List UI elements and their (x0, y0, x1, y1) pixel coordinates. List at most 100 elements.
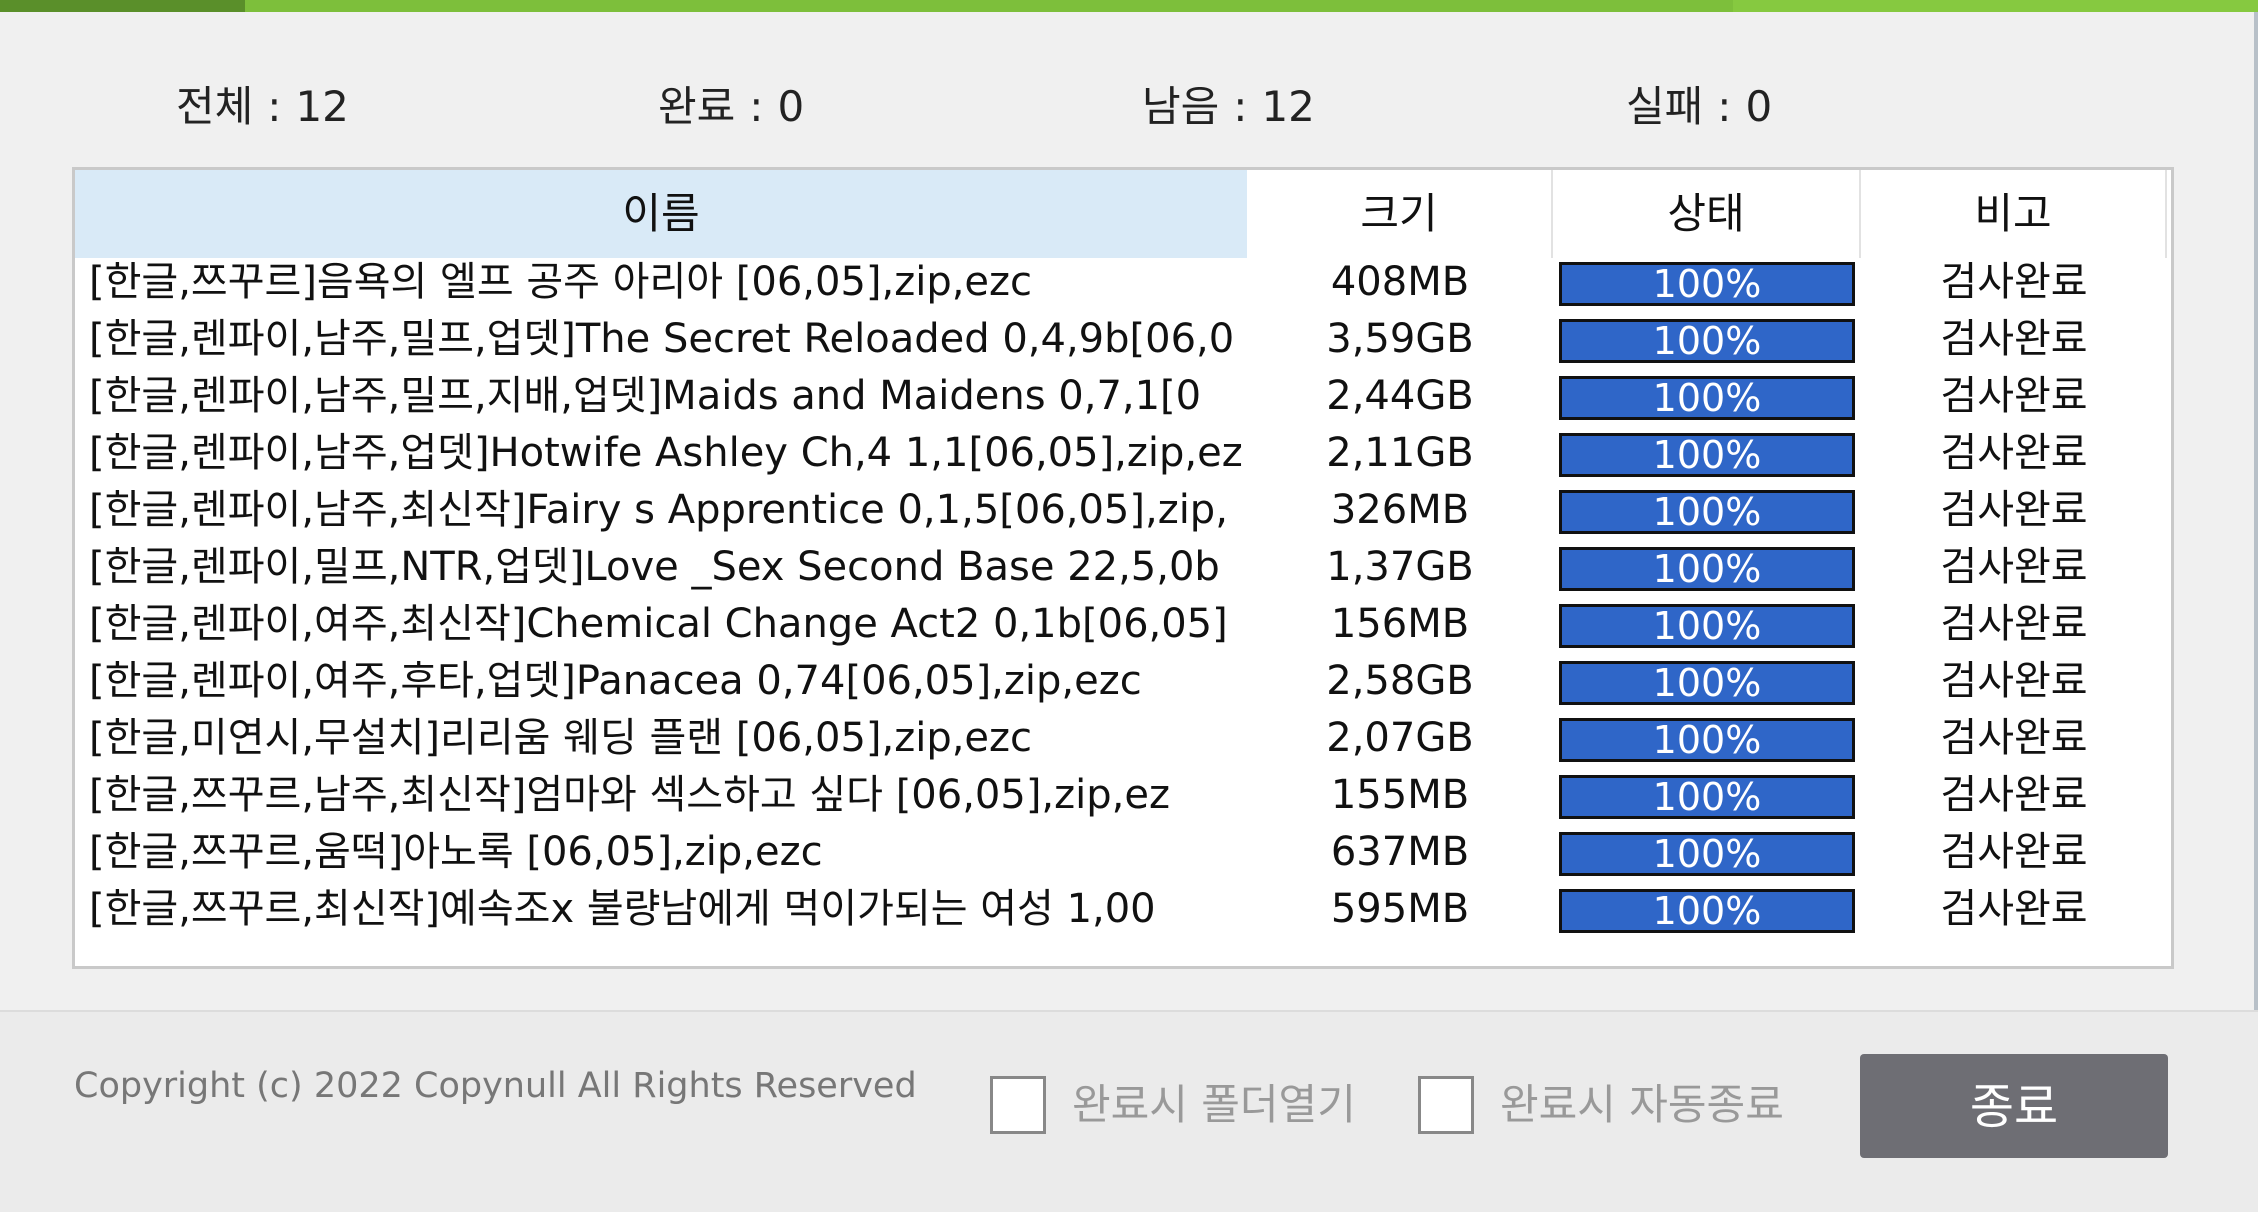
status-cell: 100% (1553, 767, 1861, 824)
note-cell: 검사완료 (1940, 715, 2088, 761)
progress-bar: 100% (1559, 718, 1855, 762)
note-cell: 검사완료 (1940, 544, 2088, 590)
stat-failed: 실패:0 (1626, 72, 1772, 142)
note-cell: 검사완료 (1940, 829, 2088, 875)
table-row[interactable]: [한글,렌파이,남주,최신작]Fairy s Apprentice 0,1,5[… (75, 482, 2171, 539)
progress-bar-text: 100% (1652, 775, 1762, 819)
top-accent-bar-segment-right (1733, 0, 2258, 12)
file-list[interactable]: 이름 크기 상태 비고 [한글,쯔꾸르]음욕의 엘프 공주 아리아 [06,05… (72, 167, 2174, 969)
stats-bar: 전체:12 완료:0 남음:12 실패:0 (0, 72, 2258, 142)
top-accent-bar-segment (0, 0, 245, 12)
stat-remaining-value: 12 (1261, 82, 1315, 131)
file-name-cell: [한글,미연시,무설치]리리움 웨딩 플랜 [06,05],zip,ezc (89, 715, 1033, 761)
progress-bar: 100% (1559, 547, 1855, 591)
file-size-cell: 1,37GB (1326, 544, 1474, 590)
progress-bar: 100% (1559, 604, 1855, 648)
table-row[interactable]: [한글,렌파이,밀프,NTR,업뎃]Love _Sex Second Base … (75, 539, 2171, 596)
stat-total-value: 12 (295, 82, 349, 131)
progress-bar: 100% (1559, 433, 1855, 477)
status-cell: 100% (1553, 482, 1861, 539)
table-row[interactable]: [한글,쯔꾸르,남주,최신작]엄마와 섹스하고 싶다 [06,05],zip,e… (75, 767, 2171, 824)
note-cell: 검사완료 (1940, 259, 2088, 305)
stat-remaining-label: 남음 (1142, 82, 1220, 131)
status-cell: 100% (1553, 653, 1861, 710)
file-name-cell: [한글,렌파이,남주,최신작]Fairy s Apprentice 0,1,5[… (89, 487, 1228, 533)
file-name-cell: [한글,쯔꾸르,최신작]예속조x 불량남에게 먹이가되는 여성 1,00 (89, 886, 1156, 932)
progress-bar-text: 100% (1652, 490, 1762, 534)
progress-bar-text: 100% (1652, 262, 1762, 306)
file-size-cell: 2,07GB (1326, 715, 1474, 761)
close-button[interactable]: 종료 (1860, 1054, 2168, 1158)
column-header-note[interactable]: 비고 (1861, 170, 2167, 258)
file-list-header: 이름 크기 상태 비고 (75, 170, 2171, 258)
file-size-cell: 155MB (1330, 772, 1470, 818)
file-name-cell: [한글,렌파이,남주,업뎃]Hotwife Ashley Ch,4 1,1[06… (89, 430, 1243, 476)
table-row[interactable]: [한글,렌파이,남주,밀프,지배,업뎃]Maids and Maidens 0,… (75, 368, 2171, 425)
table-row[interactable]: [한글,미연시,무설치]리리움 웨딩 플랜 [06,05],zip,ezc 2,0… (75, 710, 2171, 767)
stat-separator: : (749, 82, 764, 131)
status-cell: 100% (1553, 881, 1861, 938)
table-row[interactable]: [한글,렌파이,여주,최신작]Chemical Change Act2 0,1b… (75, 596, 2171, 653)
auto-close-checkbox[interactable] (1418, 1076, 1474, 1134)
status-cell: 100% (1553, 254, 1861, 311)
status-cell: 100% (1553, 824, 1861, 881)
note-cell: 검사완료 (1940, 373, 2088, 419)
file-size-cell: 3,59GB (1326, 316, 1474, 362)
status-cell: 100% (1553, 710, 1861, 767)
note-cell: 검사완료 (1940, 316, 2088, 362)
progress-bar-text: 100% (1652, 547, 1762, 591)
file-size-cell: 408MB (1330, 259, 1470, 305)
file-name-cell: [한글,렌파이,여주,후타,업뎃]Panacea 0,74[06,05],zip… (89, 658, 1142, 704)
table-row[interactable]: [한글,렌파이,남주,업뎃]Hotwife Ashley Ch,4 1,1[06… (75, 425, 2171, 482)
progress-bar: 100% (1559, 832, 1855, 876)
column-header-name[interactable]: 이름 (75, 170, 1247, 258)
table-row[interactable]: [한글,렌파이,남주,밀프,업뎃]The Secret Reloaded 0,4… (75, 311, 2171, 368)
note-cell: 검사완료 (1940, 430, 2088, 476)
file-name-cell: [한글,렌파이,여주,최신작]Chemical Change Act2 0,1b… (89, 601, 1228, 647)
auto-close-label[interactable]: 완료시 자동종료 (1500, 1076, 1784, 1134)
progress-bar-text: 100% (1652, 433, 1762, 477)
file-name-cell: [한글,렌파이,밀프,NTR,업뎃]Love _Sex Second Base … (89, 544, 1220, 590)
open-folder-label[interactable]: 완료시 폴더열기 (1072, 1076, 1356, 1134)
file-size-cell: 2,44GB (1326, 373, 1474, 419)
top-accent-bar (0, 0, 2258, 12)
progress-bar: 100% (1559, 889, 1855, 933)
progress-bar-text: 100% (1652, 604, 1762, 648)
progress-bar: 100% (1559, 661, 1855, 705)
note-cell: 검사완료 (1940, 658, 2088, 704)
file-name-cell: [한글,쯔꾸르,남주,최신작]엄마와 섹스하고 싶다 [06,05],zip,e… (89, 772, 1170, 818)
stat-done-value: 0 (777, 82, 805, 131)
file-name-cell: [한글,렌파이,남주,밀프,지배,업뎃]Maids and Maidens 0,… (89, 373, 1202, 419)
stat-failed-value: 0 (1745, 82, 1773, 131)
stat-total-label: 전체 (176, 82, 254, 131)
table-row[interactable]: [한글,쯔꾸르,움떡]아노록 [06,05],zip,ezc 637MB 100% 검… (75, 824, 2171, 881)
progress-bar: 100% (1559, 319, 1855, 363)
status-cell: 100% (1553, 425, 1861, 482)
progress-bar-text: 100% (1652, 661, 1762, 705)
progress-bar-text: 100% (1652, 889, 1762, 933)
table-row[interactable]: [한글,쯔꾸르,최신작]예속조x 불량남에게 먹이가되는 여성 1,00 595M… (75, 881, 2171, 938)
progress-bar-text: 100% (1652, 718, 1762, 762)
stat-total: 전체:12 (176, 72, 349, 142)
stat-done-label: 완료 (658, 82, 736, 131)
file-size-cell: 2,11GB (1326, 430, 1474, 476)
open-folder-checkbox[interactable] (990, 1076, 1046, 1134)
file-name-cell: [한글,쯔꾸르,움떡]아노록 [06,05],zip,ezc (89, 829, 823, 875)
table-row[interactable]: [한글,렌파이,여주,후타,업뎃]Panacea 0,74[06,05],zip… (75, 653, 2171, 710)
file-size-cell: 326MB (1330, 487, 1470, 533)
status-cell: 100% (1553, 539, 1861, 596)
file-size-cell: 2,58GB (1326, 658, 1474, 704)
progress-bar: 100% (1559, 490, 1855, 534)
stat-separator: : (1717, 82, 1732, 131)
table-row[interactable]: [한글,쯔꾸르]음욕의 엘프 공주 아리아 [06,05],zip,ezc 408… (75, 254, 2171, 311)
progress-bar: 100% (1559, 376, 1855, 420)
status-cell: 100% (1553, 368, 1861, 425)
column-header-status[interactable]: 상태 (1553, 170, 1861, 258)
progress-bar: 100% (1559, 775, 1855, 819)
progress-bar-text: 100% (1652, 832, 1762, 876)
stat-remaining: 남음:12 (1142, 72, 1315, 142)
progress-bar-text: 100% (1652, 319, 1762, 363)
file-size-cell: 595MB (1330, 886, 1470, 932)
file-size-cell: 156MB (1330, 601, 1470, 647)
column-header-size[interactable]: 크기 (1247, 170, 1553, 258)
